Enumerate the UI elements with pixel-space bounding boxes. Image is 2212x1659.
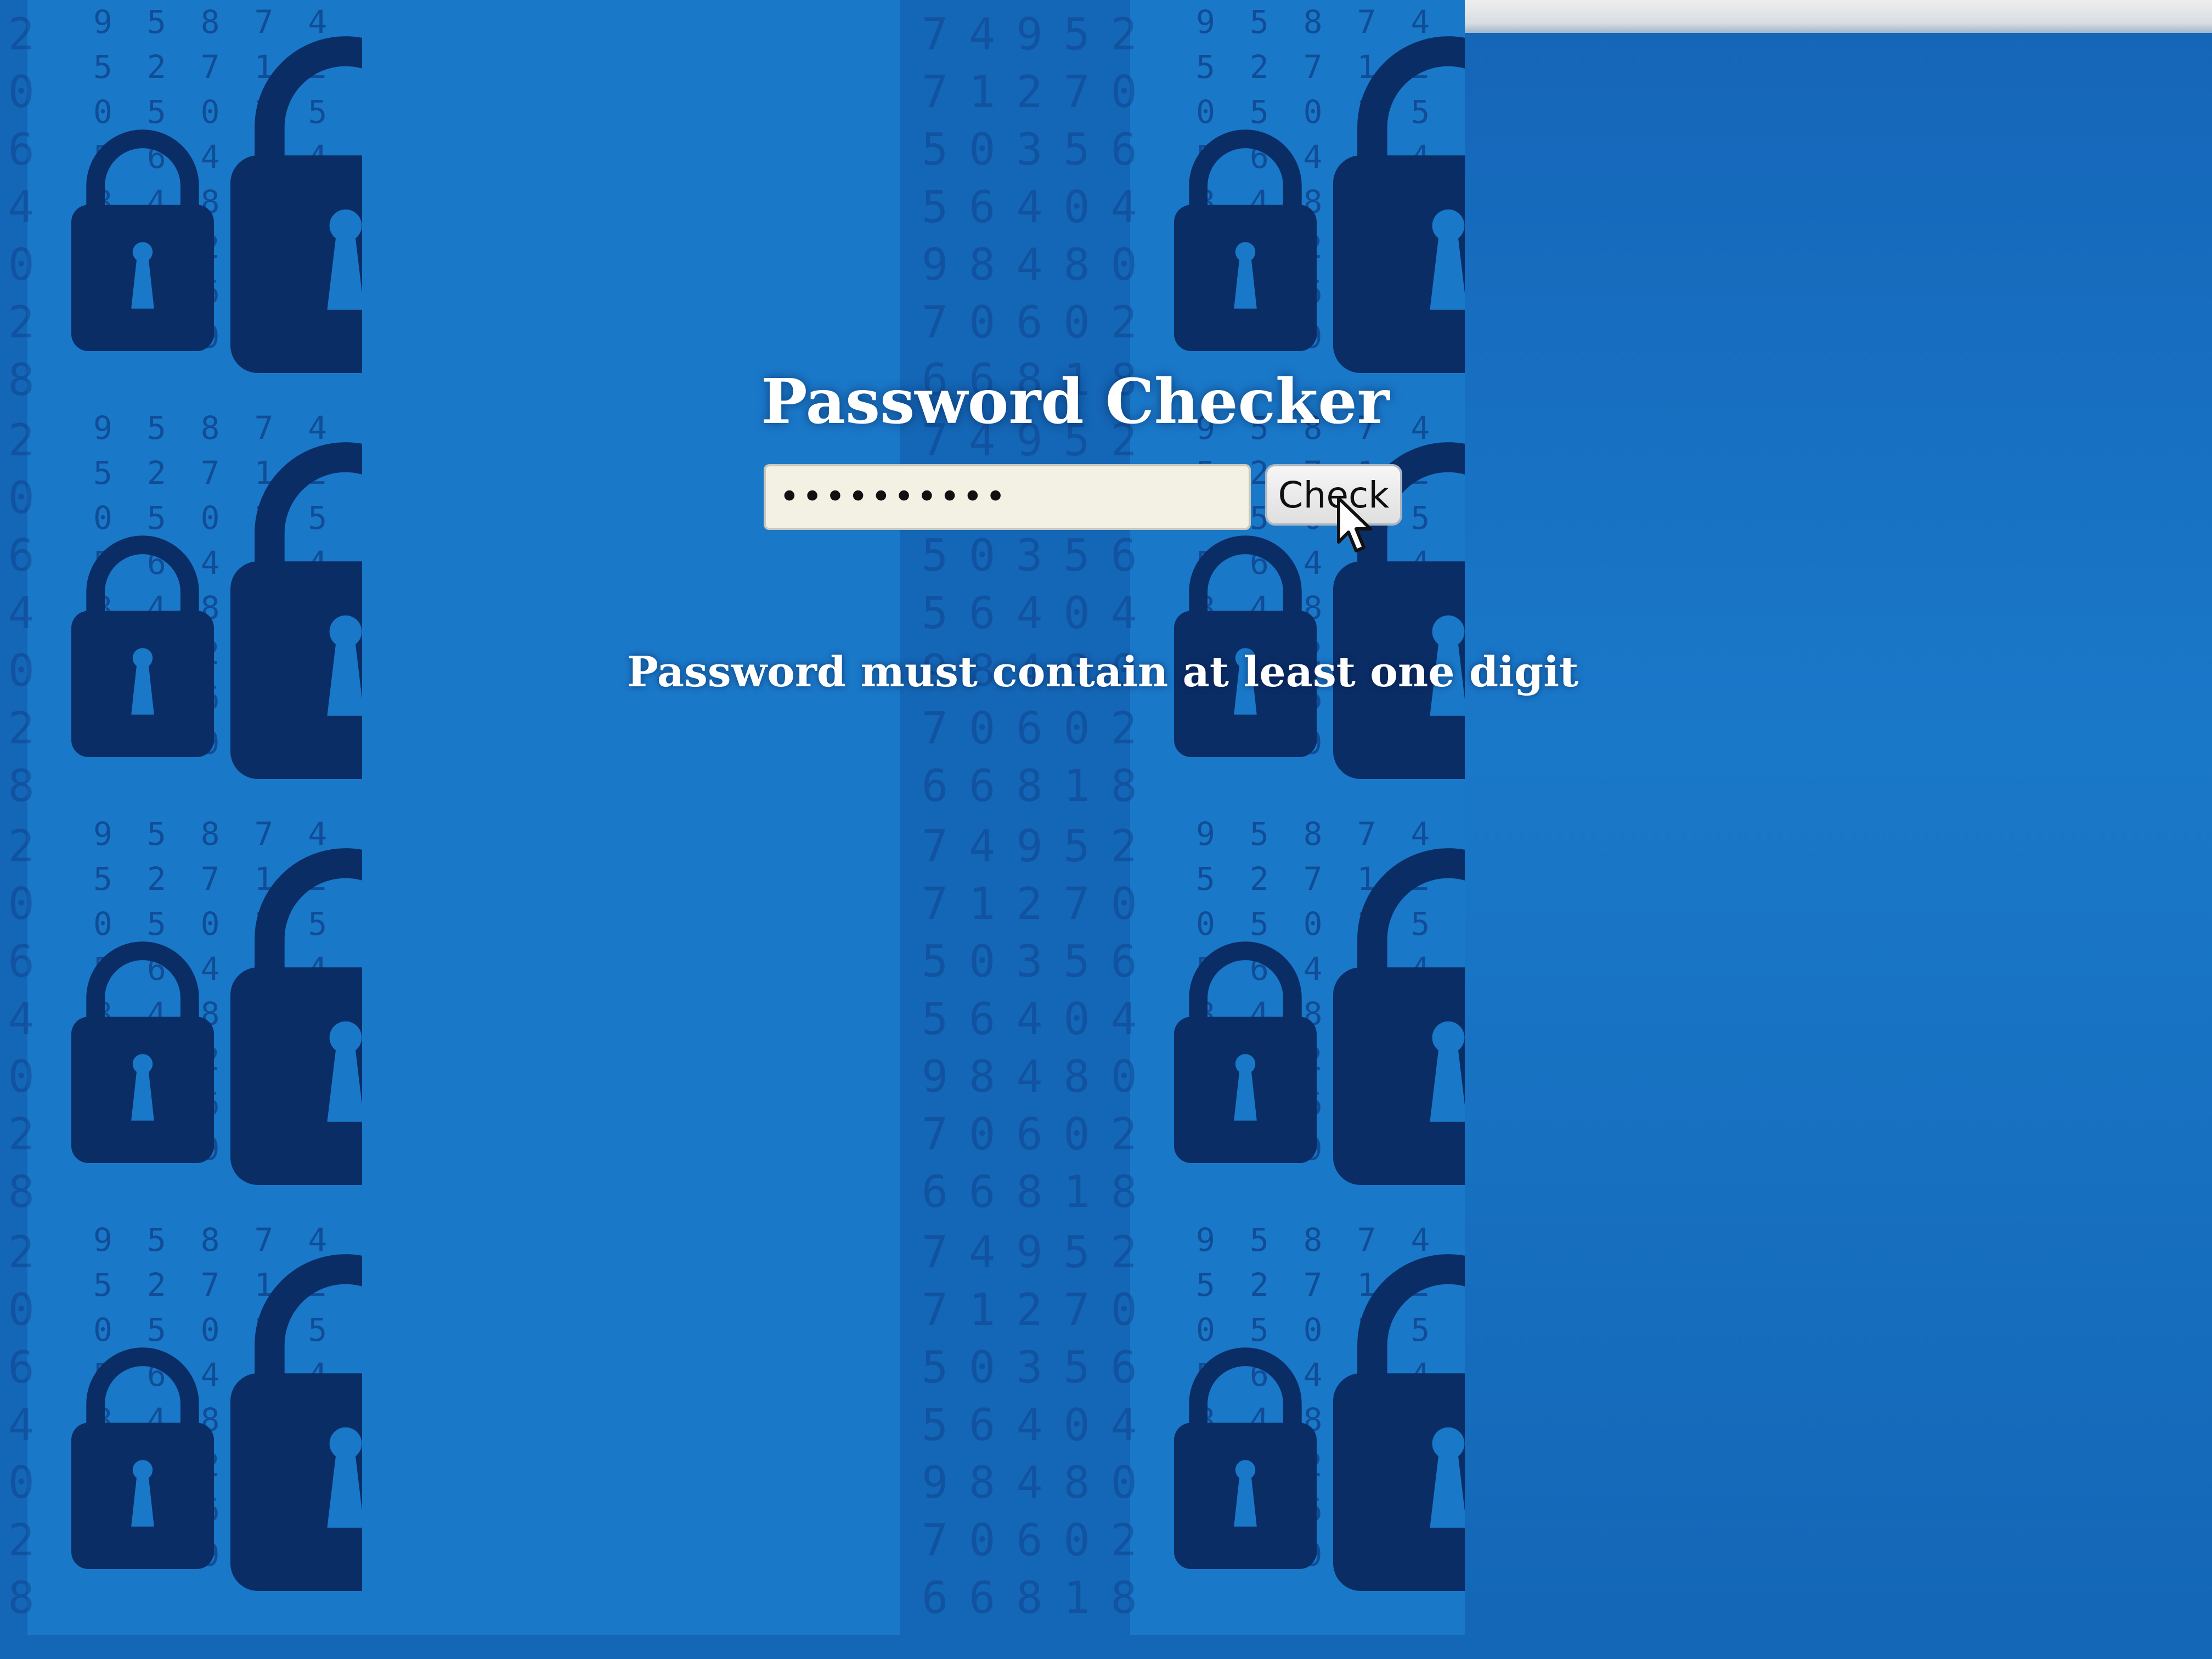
screen: 9 5 8 7 4 95 2 7 1 2 70 5 0 3 5 65 6 4 0…: [0, 0, 2212, 1659]
page-title: Password Checker: [761, 366, 1390, 438]
password-checker-page: Password Checker Check Password must con…: [0, 0, 2212, 1659]
password-input[interactable]: [764, 464, 1251, 530]
mouse-pointer-icon: [1337, 496, 1372, 552]
validation-message: Password must contain at least one digit: [627, 647, 1579, 696]
check-button[interactable]: Check: [1265, 464, 1402, 526]
